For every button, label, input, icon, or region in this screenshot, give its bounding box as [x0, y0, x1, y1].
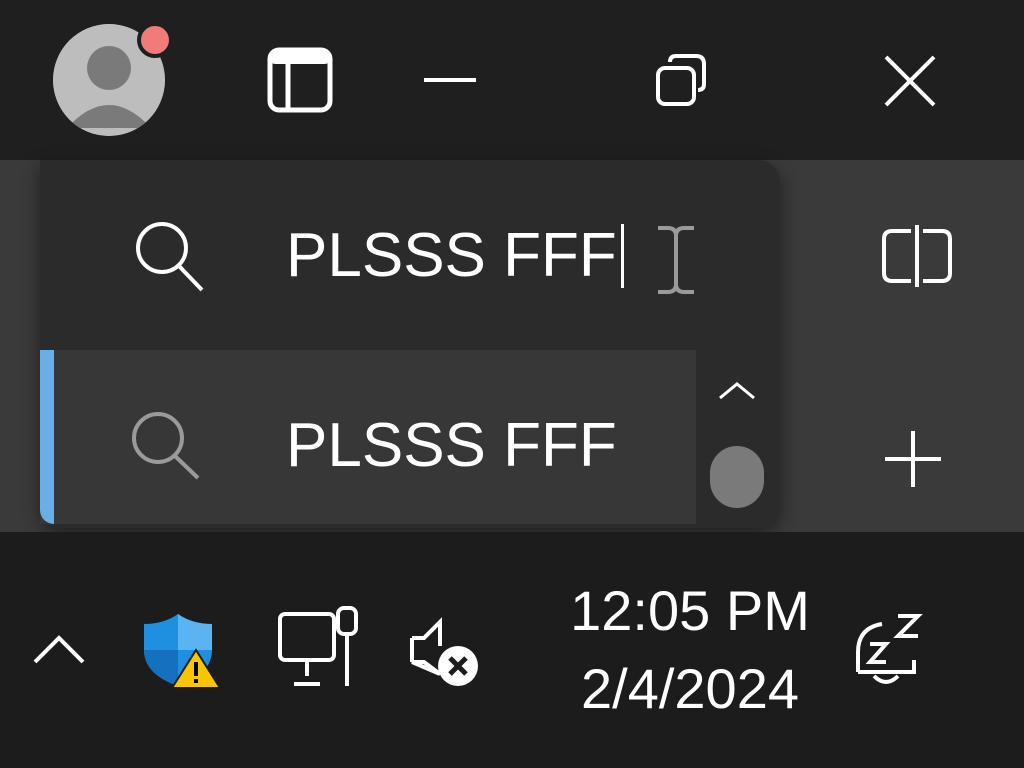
close-button[interactable] [872, 46, 948, 116]
chevron-up-icon [719, 382, 755, 400]
split-screen-button[interactable] [874, 220, 960, 292]
search-query: PLSSS FFF [286, 221, 617, 290]
suggestion-search-icon [126, 408, 208, 484]
close-icon [884, 55, 936, 107]
text-cursor-icon [654, 224, 698, 296]
minimize-button[interactable] [412, 56, 488, 104]
minimize-icon [424, 78, 476, 82]
show-hidden-icons-button[interactable] [26, 620, 92, 676]
text-caret [620, 224, 624, 288]
sidebar-toggle-button[interactable] [262, 44, 338, 116]
split-screen-icon [882, 225, 952, 287]
sidebar-toggle-icon [267, 47, 333, 113]
plus-icon [885, 431, 941, 487]
taskbar-clock[interactable]: 12:05 PM 2/4/2024 [565, 572, 815, 728]
clock-date: 2/4/2024 [581, 657, 799, 720]
chevron-up-icon [33, 635, 85, 664]
network-wired-icon[interactable] [274, 604, 366, 692]
search-icon [130, 218, 212, 296]
scroll-up-arrow[interactable] [716, 378, 758, 404]
restore-icon [656, 54, 706, 106]
new-tab-button[interactable] [876, 422, 950, 496]
notifications-snooze-icon[interactable] [846, 608, 930, 690]
windows-security-warning-icon[interactable] [140, 610, 224, 690]
clock-time: 12:05 PM [570, 579, 810, 642]
search-input[interactable]: PLSSS FFF [286, 216, 624, 296]
volume-muted-icon[interactable] [406, 614, 486, 690]
restore-button[interactable] [645, 48, 715, 112]
notification-badge [137, 22, 173, 58]
selection-indicator [40, 350, 54, 524]
suggestion-label: PLSSS FFF [286, 411, 617, 480]
scrollbar-thumb[interactable] [710, 446, 764, 508]
